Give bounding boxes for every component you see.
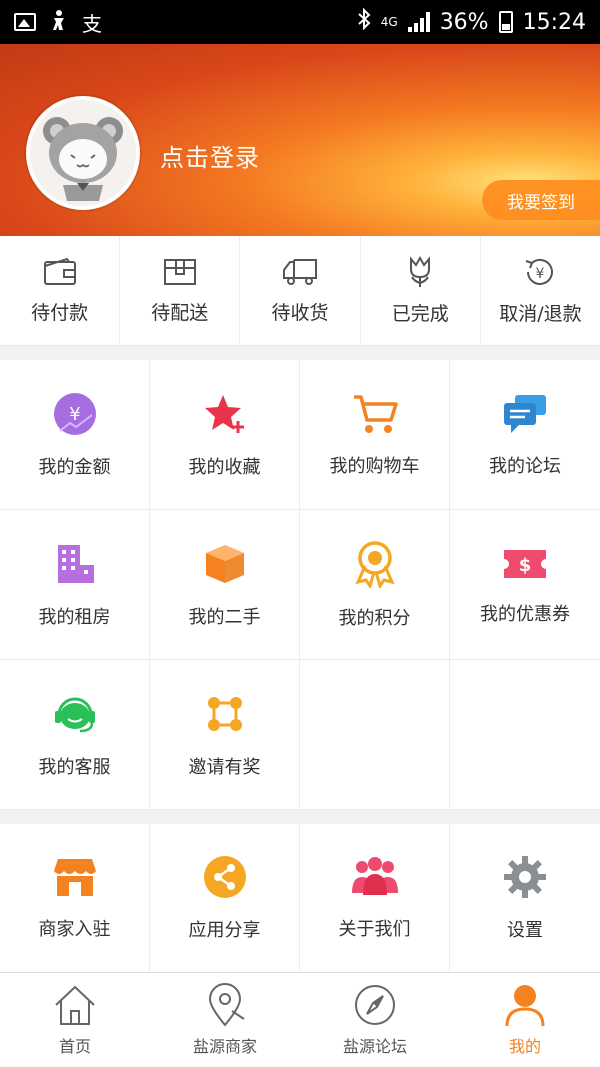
status-left: 支 [14, 8, 102, 37]
money-icon: ¥ [53, 392, 96, 435]
order-pending-payment[interactable]: 待付款 [0, 236, 121, 345]
order-label: 取消/退款 [499, 303, 582, 325]
my-customer-service-item[interactable]: 我的客服 [0, 660, 150, 810]
service-label: 邀请有奖 [188, 756, 261, 778]
bottom-nav: 首页 盐源商家 盐源论坛 我的 [0, 972, 600, 1067]
bluetooth-icon [357, 7, 371, 36]
figure-icon [50, 9, 68, 36]
group-icon [351, 857, 398, 895]
coupon-icon: $ [504, 549, 546, 578]
headset-icon [54, 697, 95, 732]
store-icon [53, 859, 96, 896]
favorite-star-icon [204, 394, 244, 433]
share-icon [203, 856, 246, 898]
image-icon [14, 13, 36, 31]
order-completed[interactable]: 已完成 [361, 236, 481, 345]
share-app-item[interactable]: 应用分享 [150, 824, 300, 972]
checkin-button[interactable]: 我要签到 [482, 180, 600, 220]
user-icon [505, 985, 545, 1027]
home-icon [55, 985, 95, 1025]
nav-mine[interactable]: 我的 [450, 973, 600, 1067]
misc-label: 应用分享 [188, 920, 261, 941]
building-icon [57, 544, 94, 583]
chat-icon [504, 394, 546, 433]
battery-icon [498, 11, 513, 33]
order-status-bar: 待付款 待配送 待收货 已完成 ¥ 取消/退款 [0, 236, 600, 346]
misc-label: 设置 [507, 920, 543, 941]
bear-avatar-icon [43, 117, 123, 201]
service-label: 我的收藏 [188, 456, 261, 478]
services-grid: ¥ 我的金额 我的收藏 我的购物车 我的论坛 我的租房 我的二手 我的积分 $ … [0, 360, 600, 810]
invite-icon [207, 696, 242, 731]
cart-icon [353, 394, 398, 433]
empty-cell [450, 660, 600, 810]
gear-icon [504, 856, 546, 898]
nav-label: 盐源论坛 [342, 1037, 407, 1056]
box-icon [205, 544, 244, 583]
pay-icon: 支 [82, 11, 102, 36]
merchant-join-item[interactable]: 商家入驻 [0, 824, 150, 972]
status-right: 4G 36% 15:24 [357, 7, 586, 36]
about-us-item[interactable]: 关于我们 [300, 824, 450, 972]
avatar[interactable] [26, 96, 140, 210]
service-label: 我的论坛 [489, 455, 561, 477]
my-balance-item[interactable]: ¥ 我的金额 [0, 360, 150, 510]
my-rental-item[interactable]: 我的租房 [0, 510, 150, 660]
network-type: 4G [380, 15, 398, 29]
battery-percent: 36% [439, 9, 489, 35]
order-pending-receipt[interactable]: 待收货 [240, 236, 361, 345]
invite-reward-item[interactable]: 邀请有奖 [150, 660, 300, 810]
login-link[interactable]: 点击登录 [160, 138, 260, 173]
service-label: 我的金额 [38, 456, 111, 478]
order-refund[interactable]: ¥ 取消/退款 [481, 236, 600, 345]
nav-merchants[interactable]: 盐源商家 [150, 973, 300, 1067]
nav-forum[interactable]: 盐源论坛 [300, 973, 450, 1067]
my-secondhand-item[interactable]: 我的二手 [150, 510, 300, 660]
service-label: 我的二手 [188, 606, 261, 628]
misc-label: 商家入驻 [38, 919, 111, 940]
misc-grid: 商家入驻 应用分享 关于我们 设置 [0, 824, 600, 972]
tulip-icon [410, 255, 431, 287]
order-label: 已完成 [391, 303, 449, 325]
status-bar: 支 4G 36% 15:24 [0, 0, 600, 44]
nav-label: 我的 [508, 1037, 541, 1056]
compass-icon [355, 985, 395, 1025]
order-label: 待收货 [271, 302, 329, 324]
empty-cell [300, 660, 450, 810]
profile-header: 点击登录 我要签到 [0, 44, 600, 236]
service-label: 我的积分 [338, 607, 411, 629]
svg-text:¥: ¥ [69, 404, 80, 425]
location-icon [208, 983, 245, 1027]
my-points-item[interactable]: 我的积分 [300, 510, 450, 660]
order-label: 待配送 [151, 302, 209, 324]
nav-home[interactable]: 首页 [0, 973, 150, 1067]
order-pending-delivery[interactable]: 待配送 [120, 236, 241, 345]
my-coupons-item[interactable]: $ 我的优惠券 [450, 510, 600, 660]
status-time: 15:24 [522, 9, 586, 35]
medal-icon [354, 540, 395, 588]
svg-text:$: $ [519, 555, 532, 576]
settings-item[interactable]: 设置 [450, 824, 600, 972]
misc-label: 关于我们 [338, 919, 411, 940]
nav-label: 盐源商家 [192, 1037, 257, 1056]
svg-text:¥: ¥ [536, 266, 545, 282]
order-label: 待付款 [31, 302, 89, 324]
my-cart-item[interactable]: 我的购物车 [300, 360, 450, 510]
package-icon [163, 259, 196, 285]
service-label: 我的购物车 [329, 455, 420, 477]
wallet-icon [43, 257, 76, 285]
my-favorites-item[interactable]: 我的收藏 [150, 360, 300, 510]
signal-icon [407, 12, 430, 32]
service-label: 我的优惠券 [480, 603, 570, 625]
my-forum-item[interactable]: 我的论坛 [450, 360, 600, 510]
service-label: 我的租房 [38, 606, 111, 628]
nav-label: 首页 [58, 1037, 91, 1056]
refund-icon: ¥ [526, 258, 554, 285]
service-label: 我的客服 [38, 756, 111, 778]
truck-icon [283, 259, 317, 285]
